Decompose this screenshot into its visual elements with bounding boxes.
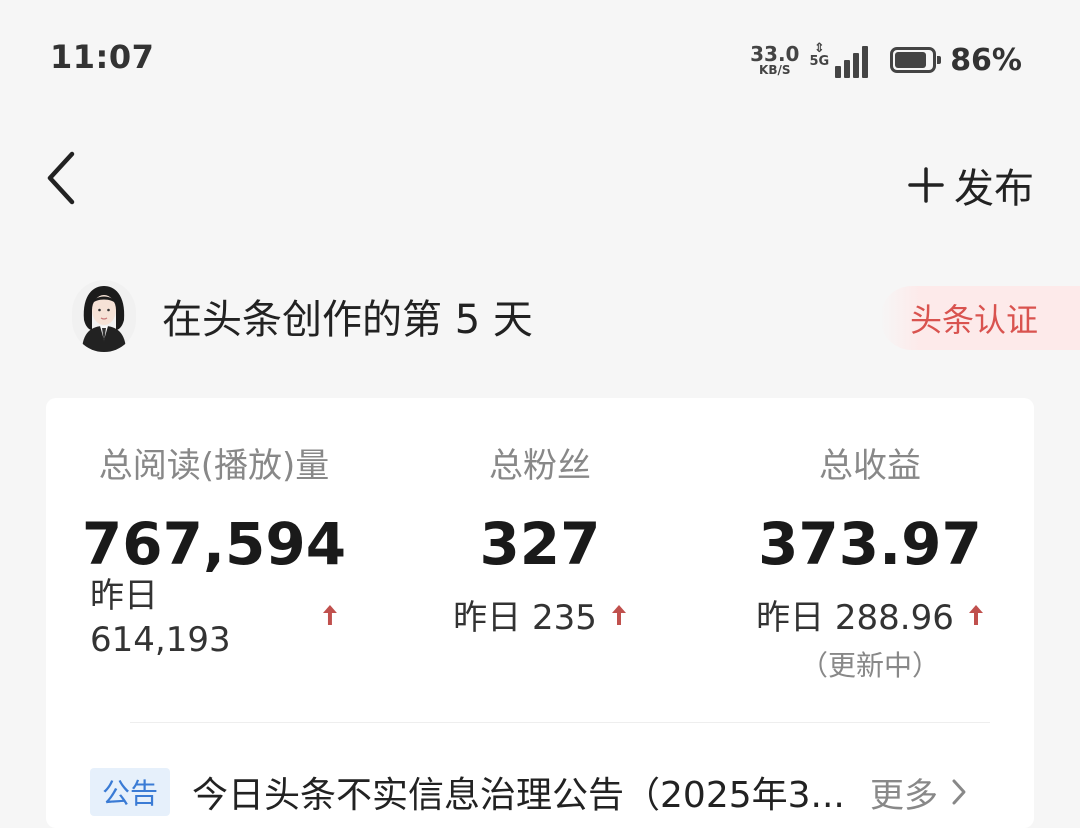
network-speed-unit: KB/S bbox=[759, 63, 791, 77]
stat-value: 327 bbox=[479, 510, 601, 578]
stat-yesterday-value: 昨日 614,193 bbox=[90, 576, 231, 660]
stats-card: 总阅读(播放)量 767,594 昨日 614,193 总粉丝 327 昨日 2… bbox=[46, 398, 1034, 828]
cert-label: 头条认证 bbox=[910, 301, 1039, 339]
signal-bar bbox=[835, 66, 842, 78]
network-type-label: 5G bbox=[809, 54, 830, 69]
notice-tag: 公告 bbox=[90, 768, 171, 816]
chevron-right-icon bbox=[952, 779, 966, 805]
chevron-left-icon bbox=[47, 151, 75, 205]
battery-icon bbox=[890, 47, 942, 73]
status-bar: 11:07 33.0 KB/S ⇕ 5G 86% bbox=[0, 0, 1080, 110]
publish-button[interactable]: 发布 bbox=[908, 156, 1034, 214]
divider bbox=[130, 722, 990, 723]
stat-label: 总粉丝 bbox=[489, 446, 591, 486]
stat-value: 373.97 bbox=[758, 510, 982, 578]
signal-bar bbox=[862, 46, 869, 78]
avatar[interactable] bbox=[72, 280, 136, 352]
signal-bar bbox=[853, 53, 860, 78]
network-speed: 33.0 KB/S bbox=[750, 44, 799, 76]
battery-fill bbox=[895, 52, 927, 68]
stat-total-income[interactable]: 总收益 373.97 昨日 288.96 （更新中） bbox=[740, 436, 1000, 686]
stat-updating-note: （更新中） bbox=[799, 649, 940, 682]
arrow-up-icon bbox=[968, 605, 983, 625]
stat-yesterday: 昨日 288.96 bbox=[756, 596, 984, 640]
arrow-up-icon bbox=[611, 605, 626, 625]
stat-yesterday: 昨日 614,193 bbox=[90, 576, 338, 660]
notice-text[interactable]: 今日头条不实信息治理公告（2025年3... bbox=[192, 766, 852, 818]
signal-icon: ⇕ 5G bbox=[809, 42, 869, 78]
stat-yesterday-value: 昨日 235 bbox=[453, 598, 597, 638]
status-time: 11:07 bbox=[50, 38, 155, 76]
cert-badge[interactable]: 头条认证 bbox=[880, 286, 1080, 350]
back-button[interactable] bbox=[40, 148, 90, 208]
signal-bar bbox=[844, 60, 851, 78]
arrow-up-icon bbox=[323, 605, 338, 625]
plus-icon bbox=[908, 167, 944, 203]
publish-label: 发布 bbox=[954, 166, 1034, 212]
notice-row[interactable]: 公告 今日头条不实信息治理公告（2025年3... 更多 bbox=[46, 766, 1034, 818]
profile-row: 在头条创作的第 5 天 bbox=[72, 280, 533, 352]
stat-total-reads[interactable]: 总阅读(播放)量 767,594 昨日 614,193 bbox=[82, 436, 346, 660]
status-indicators: 33.0 KB/S ⇕ 5G 86% bbox=[750, 38, 1022, 82]
battery-percent: 86% bbox=[950, 42, 1022, 78]
network-speed-value: 33.0 bbox=[750, 42, 800, 66]
stat-total-fans[interactable]: 总粉丝 327 昨日 235 bbox=[424, 436, 656, 640]
stat-yesterday-value: 昨日 288.96 bbox=[756, 598, 954, 638]
creation-days-text: 在头条创作的第 5 天 bbox=[162, 297, 533, 343]
more-label: 更多 bbox=[870, 775, 939, 816]
stat-yesterday: 昨日 235 bbox=[453, 596, 627, 640]
avatar-image bbox=[72, 280, 136, 352]
network-type: ⇕ 5G bbox=[809, 42, 829, 68]
stat-label: 总阅读(播放)量 bbox=[98, 446, 330, 486]
more-button[interactable]: 更多 bbox=[870, 768, 968, 817]
stat-label: 总收益 bbox=[819, 446, 921, 486]
